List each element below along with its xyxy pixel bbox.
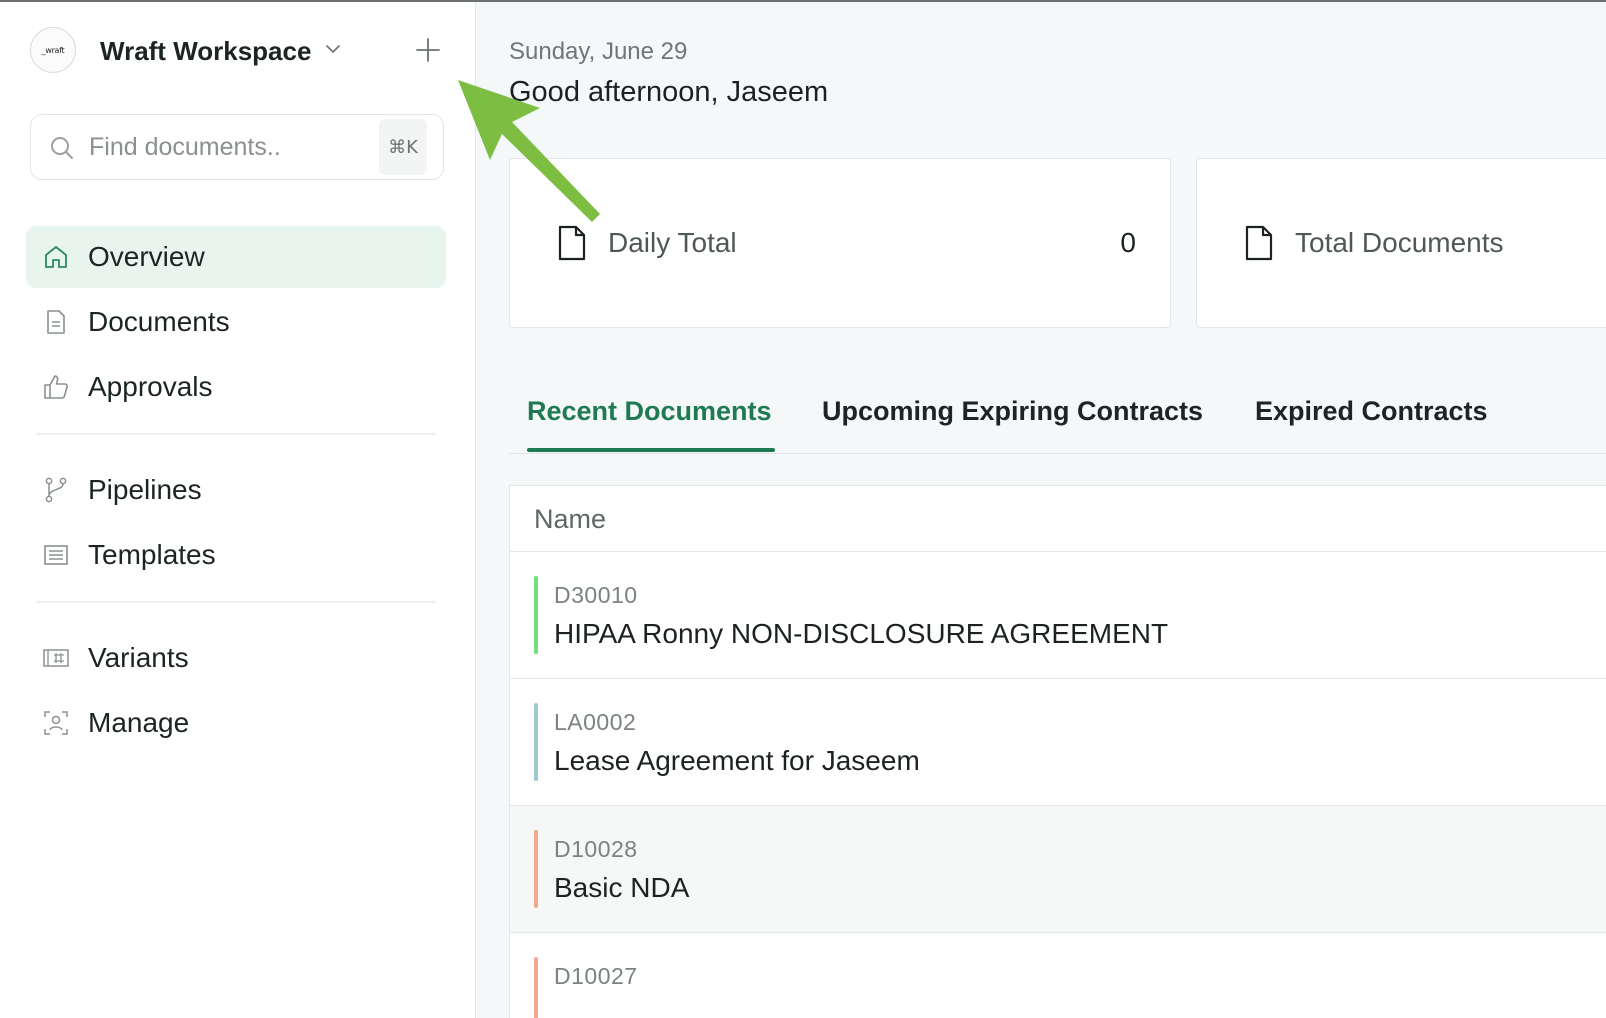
table-header: Name [510,486,1606,552]
tab-upcoming-expiring-contracts[interactable]: Upcoming Expiring Contracts [822,396,1203,427]
stat-label: Daily Total [608,227,737,258]
workspace-header: _wraft Wraft Workspace [30,26,446,76]
row-status-bar [534,703,538,781]
sidebar-item-variants[interactable]: Variants [26,627,446,689]
sidebar: _wraft Wraft Workspace ⌘K Overview Docum… [0,0,476,1018]
current-date: Sunday, June 29 [509,38,688,65]
stat-label: Total Documents [1295,227,1504,258]
thumbs-up-icon [44,375,68,399]
column-header-name[interactable]: Name [534,504,606,535]
stat-card-daily-total[interactable]: Daily Total 0 [509,158,1171,328]
sidebar-divider [36,433,436,435]
sidebar-divider [36,601,436,603]
sidebar-item-manage[interactable]: Manage [26,692,446,754]
file-icon [558,225,586,261]
document-id: LA0002 [554,709,637,735]
table-row[interactable]: D10027 [510,933,1606,1018]
search-input[interactable] [89,127,369,167]
table-row[interactable]: LA0002 Lease Agreement for Jaseem [510,679,1606,806]
search-box: ⌘K [30,114,444,180]
sidebar-item-label: Manage [88,707,190,738]
sidebar-item-label: Documents [88,306,230,337]
sidebar-item-pipelines[interactable]: Pipelines [26,459,446,521]
workspace-name[interactable]: Wraft Workspace [100,36,311,67]
tab-expired-contracts[interactable]: Expired Contracts [1255,396,1488,427]
tab-bar: Recent Documents Upcoming Expiring Contr… [509,380,1606,454]
table-row[interactable]: D10028 Basic NDA [510,806,1606,933]
window-top-border [0,0,1606,2]
chevron-down-icon[interactable] [324,40,342,58]
greeting: Good afternoon, Jaseem [509,76,829,108]
sidebar-item-label: Templates [88,539,216,570]
document-id: D30010 [554,582,638,608]
row-status-bar [534,957,538,1018]
branch-icon [45,477,67,503]
active-tab-indicator [527,448,775,452]
row-status-bar [534,830,538,908]
home-icon [45,246,67,268]
file-icon [1245,225,1273,261]
sidebar-item-label: Pipelines [88,474,202,505]
sidebar-item-label: Overview [88,241,205,272]
user-frame-icon [44,711,68,735]
document-title: Lease Agreement for Jaseem [554,745,920,776]
stat-value: 0 [1120,227,1136,258]
add-icon[interactable] [414,36,442,64]
documents-table: Name D30010 HIPAA Ronny NON-DISCLOSURE A… [509,485,1606,1018]
sidebar-item-documents[interactable]: Documents [26,291,446,353]
sidebar-item-overview[interactable]: Overview [26,226,446,288]
shortcut-badge: ⌘K [379,119,427,175]
document-title: Basic NDA [554,872,690,903]
row-status-bar [534,576,538,654]
workspace-logo[interactable]: _wraft [30,27,76,73]
variant-icon [43,649,69,667]
document-id: D10027 [554,963,638,989]
sidebar-item-approvals[interactable]: Approvals [26,356,446,418]
document-id: D10028 [554,836,638,862]
table-row[interactable]: D30010 HIPAA Ronny NON-DISCLOSURE AGREEM… [510,552,1606,679]
sidebar-item-templates[interactable]: Templates [26,524,446,586]
document-title: HIPAA Ronny NON-DISCLOSURE AGREEMENT [554,618,1169,649]
sidebar-item-label: Variants [88,642,189,673]
search-icon [51,137,73,159]
sidebar-item-label: Approvals [88,371,213,402]
document-icon [47,310,65,334]
main-content: Sunday, June 29 Good afternoon, Jaseem D… [477,0,1606,1018]
stat-card-total-documents[interactable]: Total Documents [1196,158,1606,328]
tab-recent-documents[interactable]: Recent Documents [527,396,772,427]
template-icon [44,545,68,565]
